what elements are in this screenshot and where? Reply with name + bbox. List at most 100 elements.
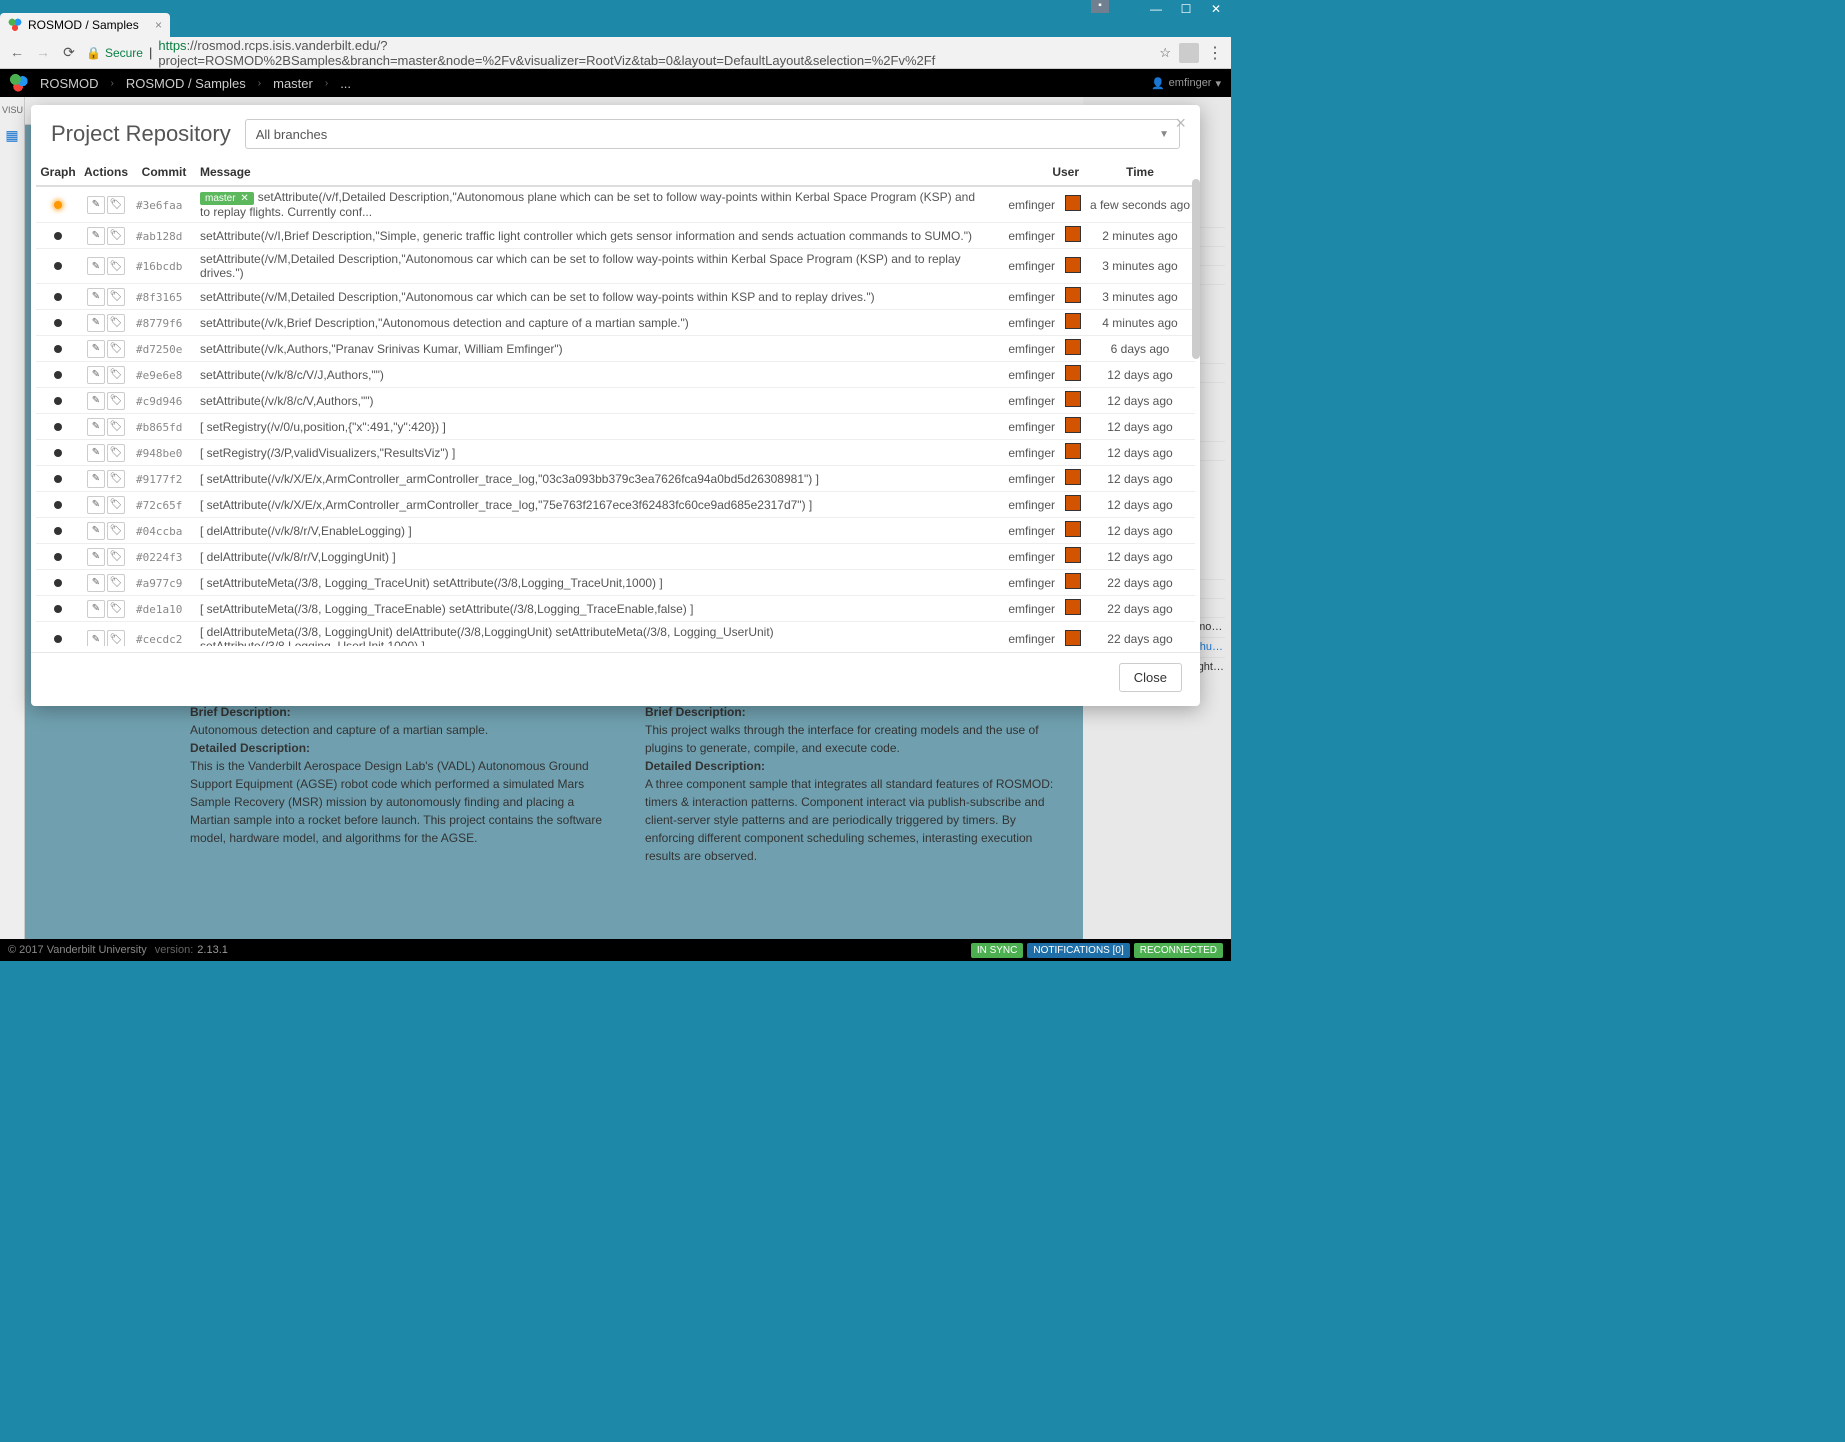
table-row[interactable]: ✎🏷#de1a10[ setAttributeMeta(/3/8, Loggin… [36,596,1195,622]
modal-close-icon[interactable]: × [1175,113,1186,134]
user-name[interactable]: emfinger [1169,77,1212,89]
edit-commit-button[interactable]: ✎ [87,288,105,306]
commit-hash[interactable]: #948be0 [132,440,196,466]
table-row[interactable]: ✎🏷#0224f3[ delAttribute(/v/k/8/r/V,Loggi… [36,544,1195,570]
tab-close-icon[interactable]: × [155,18,162,32]
commit-hash[interactable]: #0224f3 [132,544,196,570]
window-close-button[interactable]: ✕ [1201,0,1231,18]
url-input[interactable]: 🔒Secure | https://rosmod.rcps.isis.vande… [86,38,1151,68]
commit-hash[interactable]: #e9e6e8 [132,362,196,388]
table-row[interactable]: ✎🏷 #b865fd[ setRegistry(/v/0/u,position,{… [36,414,1195,440]
app-logo-icon[interactable] [10,74,28,92]
branch-tag-close-icon[interactable]: ✕ [240,193,248,204]
table-row[interactable]: ✎🏷#c9d946setAttribute(/v/k/8/c/V,Authors… [36,388,1195,414]
commit-hash[interactable]: #16bcdb [132,249,196,284]
window-minimize-button[interactable]: — [1141,0,1171,18]
edit-commit-button[interactable]: ✎ [87,548,105,566]
table-row[interactable]: ✎🏷#8779f6setAttribute(/v/k,Brief Descrip… [36,310,1195,336]
edit-commit-button[interactable]: ✎ [87,470,105,488]
commit-hash[interactable]: #c9d946 [132,388,196,414]
tag-commit-button[interactable]: 🏷 [107,392,125,410]
table-row[interactable]: ✎🏷#9177f2[ setAttribute(/v/k/X/E/x,ArmCo… [36,466,1195,492]
table-row[interactable]: ✎🏷#cecdc2[ delAttributeMeta(/3/8, Loggin… [36,622,1195,647]
extension-button[interactable] [1179,43,1199,63]
edit-commit-button[interactable]: ✎ [87,574,105,592]
edit-commit-button[interactable]: ✎ [87,257,105,275]
tag-commit-button[interactable]: 🏷 [107,522,125,540]
breadcrumb-project[interactable]: ROSMOD / Samples [126,76,246,91]
notifications-badge[interactable]: NOTIFICATIONS [0] [1027,943,1129,958]
breadcrumb-brand[interactable]: ROSMOD [40,76,99,91]
commit-hash[interactable]: #8779f6 [132,310,196,336]
tag-commit-button[interactable]: 🏷 [107,366,125,384]
edit-commit-button[interactable]: ✎ [87,496,105,514]
tag-commit-button[interactable]: 🏷 [107,288,125,306]
tag-commit-button[interactable]: 🏷 [107,257,125,275]
edit-commit-button[interactable]: ✎ [87,340,105,358]
sync-badge[interactable]: IN SYNC [971,943,1024,958]
nav-forward-button[interactable]: → [34,44,52,62]
commit-hash[interactable]: #72c65f [132,492,196,518]
commit-hash[interactable]: #b865fd [132,414,196,440]
edit-commit-button[interactable]: ✎ [87,366,105,384]
grid-view-icon[interactable]: ▦ [0,127,24,144]
nav-reload-button[interactable]: ⟳ [60,44,78,62]
commit-hash[interactable]: #8f3165 [132,284,196,310]
table-row[interactable]: ✎🏷#04ccba[ delAttribute(/v/k/8/r/V,Enabl… [36,518,1195,544]
tag-commit-button[interactable]: 🏷 [107,630,125,646]
bookmark-star-icon[interactable]: ☆ [1159,45,1171,61]
close-button[interactable]: Close [1119,663,1182,692]
tag-commit-button[interactable]: 🏷 [107,196,125,214]
edit-commit-button[interactable]: ✎ [87,392,105,410]
tag-commit-button[interactable]: 🏷 [107,418,125,436]
browser-menu-button[interactable]: ⋮ [1207,43,1223,63]
branch-tag[interactable]: master ✕ [200,192,254,205]
tag-commit-button[interactable]: 🏷 [107,600,125,618]
table-row[interactable]: ✎🏷#948be0[ setRegistry(/3/P,validVisuali… [36,440,1195,466]
table-row[interactable]: ✎🏷#ab128dsetAttribute(/v/I,Brief Descrip… [36,223,1195,249]
commit-hash[interactable]: #ab128d [132,223,196,249]
table-row[interactable]: ✎🏷#e9e6e8setAttribute(/v/k/8/c/V/J,Autho… [36,362,1195,388]
actions-cell: ✎🏷 [80,622,132,647]
edit-commit-button[interactable]: ✎ [87,600,105,618]
reconnected-badge[interactable]: RECONNECTED [1134,943,1223,958]
edit-commit-button[interactable]: ✎ [87,314,105,332]
tag-commit-button[interactable]: 🏷 [107,340,125,358]
tag-commit-button[interactable]: 🏷 [107,548,125,566]
table-row[interactable]: ✎🏷#a977c9[ setAttributeMeta(/3/8, Loggin… [36,570,1195,596]
tag-commit-button[interactable]: 🏷 [107,496,125,514]
table-row[interactable]: ✎🏷#16bcdbsetAttribute(/v/M,Detailed Desc… [36,249,1195,284]
edit-commit-button[interactable]: ✎ [87,196,105,214]
branch-select[interactable]: All branches ▼ [245,119,1180,149]
tag-commit-button[interactable]: 🏷 [107,574,125,592]
edit-commit-button[interactable]: ✎ [87,418,105,436]
table-row[interactable]: ✎🏷#3e6faamaster ✕setAttribute(/v/f,Detai… [36,186,1195,223]
tag-commit-button[interactable]: 🏷 [107,227,125,245]
commit-message: [ setRegistry(/v/0/u,position,{"x":491,"… [196,414,991,440]
browser-tab[interactable]: ROSMOD / Samples × [0,13,170,37]
breadcrumb-more[interactable]: ... [340,76,351,91]
commit-hash[interactable]: #a977c9 [132,570,196,596]
table-row[interactable]: ✎🏷#72c65f[ setAttribute(/v/k/X/E/x,ArmCo… [36,492,1195,518]
commit-hash[interactable]: #d7250e [132,336,196,362]
chrome-profile-icon[interactable]: ▪ [1091,0,1109,13]
commit-hash[interactable]: #3e6faa [132,186,196,223]
tag-commit-button[interactable]: 🏷 [107,470,125,488]
nav-back-button[interactable]: ← [8,44,26,62]
edit-commit-button[interactable]: ✎ [87,522,105,540]
commit-hash[interactable]: #de1a10 [132,596,196,622]
edit-commit-button[interactable]: ✎ [87,630,105,646]
window-maximize-button[interactable]: ☐ [1171,0,1201,18]
caret-down-icon[interactable]: ▾ [1215,77,1221,90]
tag-commit-button[interactable]: 🏷 [107,314,125,332]
commit-hash[interactable]: #04ccba [132,518,196,544]
commit-hash[interactable]: #9177f2 [132,466,196,492]
table-row[interactable]: ✎🏷#d7250esetAttribute(/v/k,Authors,"Pran… [36,336,1195,362]
edit-commit-button[interactable]: ✎ [87,227,105,245]
commit-hash[interactable]: #cecdc2 [132,622,196,647]
table-scrollbar[interactable] [1192,159,1200,646]
table-row[interactable]: ✎🏷#8f3165setAttribute(/v/M,Detailed Desc… [36,284,1195,310]
breadcrumb-branch[interactable]: master [273,76,313,91]
edit-commit-button[interactable]: ✎ [87,444,105,462]
tag-commit-button[interactable]: 🏷 [107,444,125,462]
